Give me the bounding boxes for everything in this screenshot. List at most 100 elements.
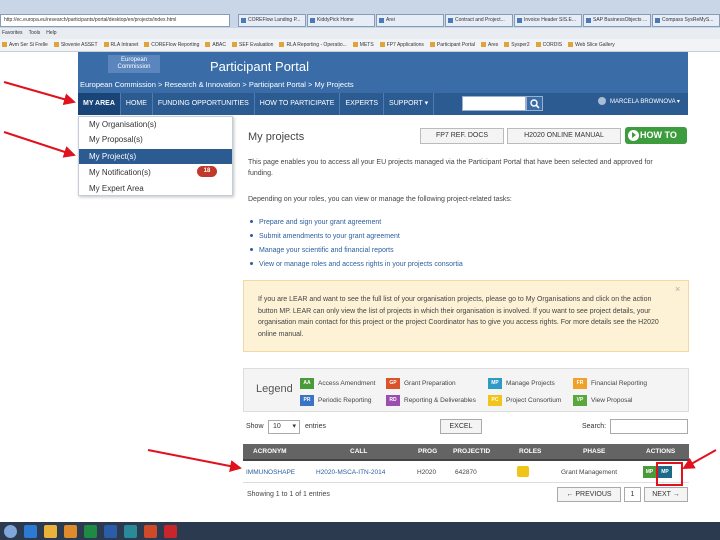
play-icon (628, 130, 639, 141)
acrobat-icon[interactable] (164, 524, 177, 538)
browser-tab[interactable]: Contract and Project... (445, 14, 513, 27)
portal-search-input[interactable] (462, 96, 526, 111)
user-menu[interactable]: MARCELA BROWNOVA ▾ (598, 97, 680, 105)
favorite-link[interactable]: Avm Ser Si Frelle (2, 39, 48, 51)
column-header-prog[interactable]: PROG (418, 448, 437, 455)
project-call: H2020-MSCA-ITN-2014 (316, 469, 386, 476)
tab-label: Compass SysReMyS... (662, 17, 714, 23)
column-header-call[interactable]: CALL (350, 448, 367, 455)
menu-tools[interactable]: Tools (29, 28, 41, 39)
favorite-link[interactable]: Web Slice Gallery (568, 39, 615, 51)
excel-export-button[interactable]: EXCEL (440, 419, 482, 434)
favorite-link[interactable]: SEF Evaluation (232, 39, 273, 51)
action-button-primary[interactable]: MP (643, 466, 656, 478)
favorite-link[interactable]: ABAC (205, 39, 226, 51)
start-button-icon[interactable] (4, 524, 17, 538)
how-to-label: HOW TO (640, 130, 677, 140)
browser-tab-bar: http://ec.europa.eu/research/participant… (0, 0, 720, 28)
favorite-link[interactable]: METS (353, 39, 374, 51)
search-icon (530, 99, 540, 109)
column-header-actions: ACTIONS (646, 448, 676, 455)
favorite-link[interactable]: RLA Intranet (104, 39, 139, 51)
next-page-button[interactable]: NEXT → (644, 487, 688, 502)
entries-label: entries (305, 423, 327, 430)
legend-title: Legend (256, 383, 293, 395)
view-proposal-icon: VP (573, 395, 587, 406)
favorite-link[interactable]: Ares (481, 39, 498, 51)
fp7-ref-docs-button[interactable]: FP7 REF. DOCS (420, 128, 504, 144)
nav-support[interactable]: SUPPORT ▾ (384, 93, 435, 115)
entries-select[interactable]: 10 ▾ (268, 420, 300, 434)
windows-taskbar (0, 522, 720, 540)
browser-tab[interactable]: KiddyPick Home (307, 14, 375, 27)
nav-experts[interactable]: EXPERTS (340, 93, 385, 115)
favorite-link[interactable]: COREFlow Reporting (144, 39, 199, 51)
menu-help[interactable]: Help (46, 28, 56, 39)
favorites-bar: Avm Ser Si Frelle Slovenie ASSET RLA Int… (0, 39, 720, 52)
column-header-roles[interactable]: ROLES (519, 448, 541, 455)
internet-explorer-icon[interactable] (24, 524, 37, 538)
h2020-online-manual-button[interactable]: H2020 ONLINE MANUAL (507, 128, 621, 144)
nav-home[interactable]: HOME (121, 93, 153, 115)
project-consortium-icon: PC (488, 395, 502, 406)
manage-projects-icon: MP (488, 378, 502, 389)
legend-label: Periodic Reporting (318, 397, 372, 404)
project-phase: Grant Management (561, 469, 618, 476)
task-link[interactable]: Manage your scientific and financial rep… (250, 244, 463, 258)
app-icon[interactable] (124, 524, 137, 538)
browser-tab[interactable]: Arei (376, 14, 444, 27)
browser-menu-bar: Favorites Tools Help (0, 28, 720, 39)
browser-tab[interactable]: Compass SysReMyS... (652, 14, 720, 27)
nav-my-area[interactable]: MY AREA (78, 93, 121, 115)
breadcrumb[interactable]: European Commission > Research & Innovat… (80, 80, 354, 89)
legend-label: Financial Reporting (591, 380, 648, 387)
dropdown-item-organisations[interactable]: My Organisation(s) (79, 117, 232, 132)
task-link[interactable]: View or manage roles and access rights i… (250, 258, 463, 272)
browser-tab[interactable]: Invoice Header SIS.E... (514, 14, 582, 27)
dropdown-item-proposals[interactable]: My Proposal(s) (79, 132, 232, 147)
portal-search-button[interactable] (526, 96, 543, 111)
favorite-link[interactable]: Sysper2 (504, 39, 529, 51)
legend-item: MP Manage Projects (488, 378, 555, 389)
excel-icon[interactable] (84, 524, 97, 538)
column-header-phase[interactable]: PHASE (583, 448, 605, 455)
favorite-link[interactable]: Slovenie ASSET (54, 39, 98, 51)
address-bar[interactable]: http://ec.europa.eu/research/participant… (0, 14, 230, 27)
previous-page-button[interactable]: ← PREVIOUS (557, 487, 621, 502)
close-icon[interactable]: × (675, 284, 680, 294)
legend-item: AA Access Amendment (300, 378, 375, 389)
nav-how-to-participate[interactable]: HOW TO PARTICIPATE (255, 93, 341, 115)
menu-favorites[interactable]: Favorites (2, 28, 23, 39)
task-list: Prepare and sign your grant agreement Su… (250, 216, 463, 272)
legend-item: PR Periodic Reporting (300, 395, 371, 406)
file-explorer-icon[interactable] (44, 524, 57, 538)
task-link[interactable]: Submit amendments to your grant agreemen… (250, 230, 463, 244)
browser-tab[interactable]: SAP BusinessObjects ... (583, 14, 651, 27)
project-acronym-link[interactable]: IMMUNOSHAPE (246, 469, 295, 476)
column-header-acronym[interactable]: ACRONYM (253, 448, 287, 455)
browser-tab[interactable]: COREFlow Landing P... (238, 14, 306, 27)
favorite-link[interactable]: FP7 Applications (380, 39, 424, 51)
media-player-icon[interactable] (64, 524, 77, 538)
nav-funding-opportunities[interactable]: FUNDING OPPORTUNITIES (153, 93, 255, 115)
tab-favicon-icon (586, 18, 591, 23)
lear-notice-text: If you are LEAR and want to see the full… (258, 296, 659, 338)
column-header-projectid[interactable]: PROJECTID (453, 448, 490, 455)
favorite-link[interactable]: CORDIS (536, 39, 562, 51)
tab-favicon-icon (379, 18, 384, 23)
favorite-link[interactable]: Participant Portal (430, 39, 475, 51)
browser-tabs: COREFlow Landing P... KiddyPick Home Are… (238, 14, 720, 27)
legend-item: RD Reporting & Deliverables (386, 395, 476, 406)
tab-favicon-icon (517, 18, 522, 23)
dropdown-item-projects[interactable]: My Project(s) (79, 149, 232, 164)
role-badge-icon (517, 466, 529, 477)
ec-logo[interactable]: European Commission (108, 55, 160, 73)
table-search-input[interactable] (610, 419, 688, 434)
powerpoint-icon[interactable] (144, 524, 157, 538)
page-number-button[interactable]: 1 (624, 487, 641, 502)
favorite-link[interactable]: RLA Reporting - Operatio... (279, 39, 346, 51)
task-link[interactable]: Prepare and sign your grant agreement (250, 216, 463, 230)
dropdown-item-expert-area[interactable]: My Expert Area (79, 181, 232, 196)
word-icon[interactable] (104, 524, 117, 538)
how-to-button[interactable]: HOW TO (625, 127, 687, 144)
